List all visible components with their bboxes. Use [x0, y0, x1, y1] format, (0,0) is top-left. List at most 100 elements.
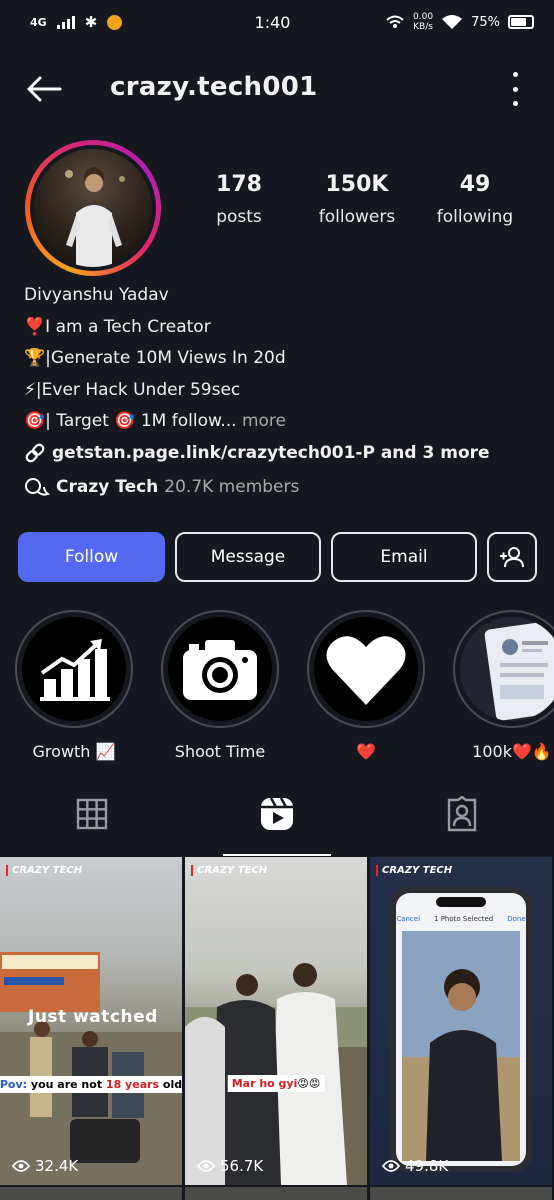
highlight-label: 100k❤️🔥 [472, 742, 552, 761]
growth-chart-icon [40, 639, 110, 701]
bio-link-text: getstan.page.link/crazytech001-P and 3 m… [52, 442, 490, 463]
following-count: 49 [459, 172, 491, 197]
reel-views: 56.7K [197, 1157, 263, 1175]
reel-brand-label: CRAZY TECH [191, 865, 267, 876]
bio-line-truncated: 🎯| Target 🎯 1M follow... more [24, 406, 544, 438]
camera-icon [183, 640, 257, 700]
bio-line: ❣️I am a Tech Creator [24, 316, 211, 337]
caption-part: old [159, 1078, 182, 1091]
story-ring[interactable] [25, 140, 161, 276]
reel-tile[interactable]: CRAZY TECH Just watched Pov: you are not… [0, 857, 182, 1185]
posts-label: posts [216, 207, 262, 227]
highlight-item[interactable]: ❤️ [306, 610, 426, 761]
screenshot-thumbnail [460, 617, 554, 721]
caption-part: 18 years [105, 1078, 160, 1091]
reel-thumbnail [390, 887, 532, 1172]
more-vertical-icon [512, 72, 518, 77]
caption-part: gyi [278, 1077, 298, 1090]
posts-count: 178 [216, 172, 262, 197]
follow-button[interactable]: Follow [18, 532, 165, 582]
profile-bio: Divyanshu Yadav ❣️I am a Tech Creator 🏆|… [24, 280, 544, 469]
views-count: 49.8K [405, 1157, 449, 1175]
caption-part: Mar ho [231, 1077, 279, 1090]
profile-name: Divyanshu Yadav [24, 285, 169, 305]
views-eye-icon [12, 1160, 30, 1172]
followers-count: 150K [325, 172, 389, 197]
message-button[interactable]: Message [175, 532, 321, 582]
followers-stat[interactable]: 150K followers [298, 172, 416, 227]
highlight-label: Shoot Time [174, 742, 266, 761]
reel-caption: Mar ho gyi😡😡 [227, 1075, 325, 1092]
views-eye-icon [382, 1160, 400, 1172]
reel-brand-label: CRAZY TECH [6, 865, 82, 876]
bio-line: ⚡|Ever Hack Under 59sec [24, 379, 241, 400]
reel-tile[interactable]: CRAZY TECH Mar ho gyi😡😡 56.7K [185, 857, 367, 1185]
reel-thumbnail [185, 963, 367, 1185]
reels-grid: CRAZY TECH Just watched Pov: you are not… [0, 857, 554, 1200]
wifi-calling-icon [386, 15, 404, 28]
next-row-preview [0, 1187, 554, 1200]
story-highlights: Growth 📈 Shoot Time ❤️ 100k❤️🔥 [14, 610, 554, 761]
profile-header: crazy.tech001 [0, 62, 554, 116]
tab-grid[interactable] [0, 772, 185, 856]
status-time: 1:40 [254, 12, 291, 32]
wifi-icon [442, 15, 463, 29]
reel-brand-label: CRAZY TECH [376, 865, 452, 876]
caption-part: 😡😡 [297, 1077, 321, 1090]
highlight-item[interactable]: Shoot Time [160, 610, 280, 761]
highlight-label: Growth 📈 [32, 742, 116, 761]
following-stat[interactable]: 49 following [416, 172, 534, 227]
followers-label: followers [318, 207, 396, 227]
reel-caption: Pov: you are not 18 years old [0, 1076, 182, 1093]
avatar [34, 149, 152, 267]
following-label: following [436, 207, 514, 227]
phone-screen-header: Cancel 1 Photo Selected Done [370, 915, 552, 923]
add-user-icon [500, 547, 524, 568]
reels-icon [261, 797, 293, 830]
bio-line: 🎯| Target 🎯 1M follow... [24, 411, 237, 431]
profile-actions: Follow Message Email [18, 532, 538, 582]
grid-icon [77, 798, 108, 830]
bio-link[interactable]: getstan.page.link/crazytech001-P and 3 m… [24, 438, 544, 470]
arrow-left-icon [27, 76, 62, 102]
profile-stats: 178 posts 150K followers 49 following [180, 172, 554, 227]
signal-icon [56, 15, 75, 29]
bluetooth-icon: ✱ [84, 13, 98, 31]
phone-done-label: Done [507, 915, 526, 923]
highlight-item[interactable]: Growth 📈 [14, 610, 134, 761]
phone-cancel-label: Cancel [396, 915, 421, 923]
email-button[interactable]: Email [331, 532, 477, 582]
back-button[interactable] [24, 74, 64, 104]
profile-username: crazy.tech001 [110, 72, 318, 102]
views-eye-icon [197, 1160, 215, 1172]
link-icon [25, 443, 45, 463]
net-speed-value: 0.00 [413, 12, 434, 22]
heart-icon [326, 636, 406, 705]
channel-icon [25, 478, 50, 496]
suggested-users-button[interactable] [487, 532, 537, 582]
tab-reels[interactable] [185, 772, 370, 856]
highlight-item[interactable]: 100k❤️🔥 [452, 610, 554, 761]
reel-views: 49.8K [382, 1157, 448, 1175]
status-bar: 4G ✱ 1:40 0.00 KB/s 75% [0, 0, 554, 44]
notification-app-icon [107, 14, 123, 30]
profile-tabs [0, 772, 554, 856]
more-options-button[interactable] [508, 72, 522, 106]
bio-more-link[interactable]: more [242, 411, 286, 431]
channel-members: 20.7K members [164, 477, 300, 497]
status-right: 0.00 KB/s 75% [385, 12, 534, 32]
channel-name: Crazy Tech [56, 477, 159, 497]
battery-percent: 75% [471, 14, 500, 30]
highlight-label: ❤️ [356, 742, 376, 761]
caption-part: Pov: [0, 1078, 31, 1091]
bio-line: 🏆|Generate 10M Views In 20d [24, 348, 286, 368]
posts-stat[interactable]: 178 posts [180, 172, 298, 227]
tagged-user-icon [447, 796, 476, 832]
tab-tagged[interactable] [369, 772, 554, 856]
reel-tile[interactable]: CRAZY TECH Cancel 1 Photo Selected Done 49… [370, 857, 552, 1185]
caption-part: you are not [30, 1078, 106, 1091]
broadcast-channel[interactable]: Crazy Tech 20.7K members [24, 476, 299, 498]
network-label: 4G [30, 15, 47, 29]
reel-views: 32.4K [12, 1157, 78, 1175]
net-speed: 0.00 KB/s [413, 12, 433, 32]
